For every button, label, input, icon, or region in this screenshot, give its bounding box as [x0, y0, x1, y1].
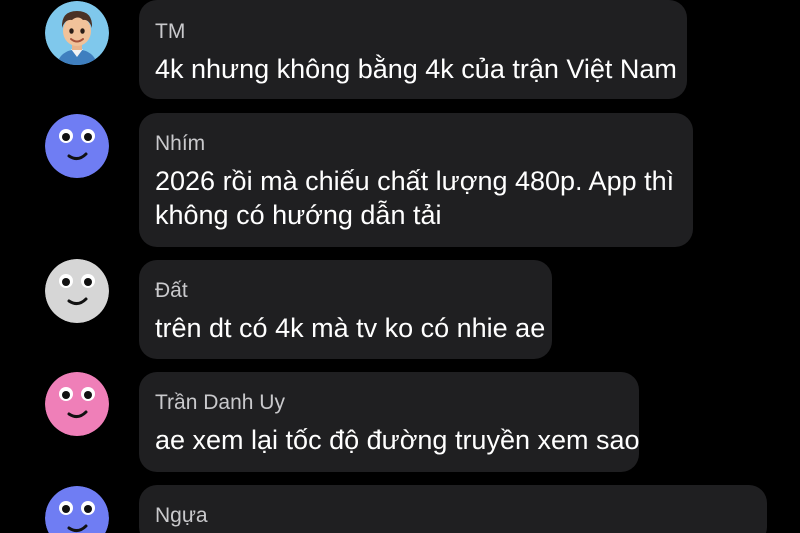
smiley-face-icon — [45, 114, 109, 178]
pink-smiley-avatar[interactable] — [45, 372, 109, 436]
smiley-face-icon — [45, 372, 109, 436]
sender-name: Nhím — [155, 132, 206, 155]
gray-smiley-avatar[interactable] — [45, 259, 109, 323]
message-bubble[interactable]: Đất trên dt có 4k mà tv ko có nhie ae — [139, 260, 552, 359]
sender-name: Trần Danh Uy — [155, 391, 285, 414]
message-text: 2026 rồi mà chiếu chất lượng 480p. App t… — [155, 166, 675, 196]
message-text: ae xem lại tốc độ đường truyền xem sao — [155, 425, 640, 455]
message-bubble[interactable]: TM 4k nhưng không bằng 4k của trận Việt … — [139, 0, 687, 99]
smiley-face-icon — [45, 259, 109, 323]
sender-name: TM — [155, 20, 186, 43]
message-bubble[interactable]: Ngựa — [139, 485, 767, 533]
message-text: trên dt có 4k mà tv ko có nhie ae — [155, 313, 546, 343]
message-bubble[interactable]: Trần Danh Uy ae xem lại tốc độ đường tru… — [139, 372, 640, 472]
cartoon-boy-avatar-icon — [45, 1, 109, 65]
message-text: không có hướng dẫn tải — [155, 200, 442, 230]
message-text: 4k nhưng không bằng 4k của trận Việt Nam — [155, 54, 677, 84]
blue-smiley-avatar[interactable] — [45, 114, 109, 178]
chat-thread: TM 4k nhưng không bằng 4k của trận Việt … — [0, 0, 800, 533]
message-bubble[interactable]: Nhím 2026 rồi mà chiếu chất lượng 480p. … — [139, 113, 693, 247]
sender-name: Đất — [155, 279, 188, 302]
smiley-face-icon — [45, 486, 109, 533]
cartoon-boy-avatar[interactable] — [45, 1, 109, 65]
sender-name: Ngựa — [155, 504, 208, 527]
blue-smiley-avatar[interactable] — [45, 486, 109, 533]
